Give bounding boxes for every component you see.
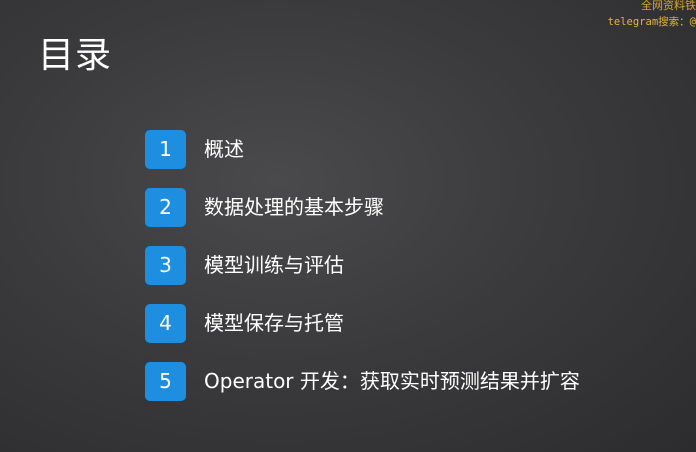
presentation-slide: 全网资料铁 telegram搜索：@ 目录 1 概述 2 数据处理的基本步骤 3… (0, 0, 696, 452)
watermark-line-1: 全网资料铁 (641, 0, 696, 12)
toc-label: 数据处理的基本步骤 (204, 195, 384, 219)
toc-item-5: 5 Operator 开发：获取实时预测结果并扩容 (145, 360, 580, 402)
toc-label: 模型保存与托管 (204, 311, 344, 335)
toc-label: 概述 (204, 137, 244, 161)
toc-label: Operator 开发：获取实时预测结果并扩容 (204, 369, 580, 393)
watermark-line-2: telegram搜索：@ (607, 16, 696, 28)
number-badge: 5 (145, 361, 186, 401)
number-badge: 4 (145, 303, 186, 343)
number-badge: 3 (145, 245, 186, 285)
number-badge: 1 (145, 129, 186, 169)
toc-item-4: 4 模型保存与托管 (145, 302, 580, 344)
toc-item-2: 2 数据处理的基本步骤 (145, 186, 580, 228)
watermark: 全网资料铁 telegram搜索：@ (586, 0, 696, 30)
toc-item-1: 1 概述 (145, 128, 580, 170)
toc-item-3: 3 模型训练与评估 (145, 244, 580, 286)
number-badge: 2 (145, 187, 186, 227)
toc-label: 模型训练与评估 (204, 253, 344, 277)
table-of-contents: 1 概述 2 数据处理的基本步骤 3 模型训练与评估 4 模型保存与托管 5 O… (145, 128, 580, 418)
slide-title: 目录 (38, 35, 113, 76)
